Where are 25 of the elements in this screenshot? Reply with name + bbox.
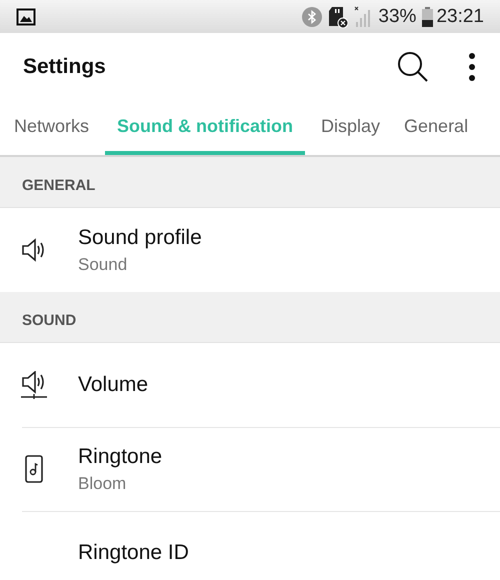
item-title: Volume <box>78 373 148 397</box>
item-title: Ringtone <box>78 444 162 468</box>
bluetooth-icon <box>302 6 322 26</box>
battery-icon <box>422 6 434 26</box>
clock-time: 23:21 <box>436 6 484 28</box>
item-title: Sound profile <box>78 226 202 250</box>
more-options-icon[interactable] <box>468 52 476 82</box>
settings-item[interactable]: Ringtone ID <box>0 511 500 580</box>
tab[interactable]: Networks <box>2 116 102 155</box>
settings-item[interactable]: Sound profile Sound <box>0 208 500 292</box>
item-subtitle: Bloom <box>78 474 128 494</box>
item-title: Ringtone ID <box>78 541 189 565</box>
item-subtitle: Sound <box>78 254 128 274</box>
screen-title: Settings <box>23 54 107 78</box>
search-icon[interactable] <box>396 50 430 84</box>
settings-item[interactable]: Ringtone Bloom <box>0 427 500 511</box>
settings-item[interactable]: Volume <box>0 343 500 427</box>
sd-card-icon <box>328 6 348 28</box>
volume-slider-icon <box>21 371 49 399</box>
tab[interactable]: Display <box>309 116 392 155</box>
section-header: GENERAL <box>0 157 500 208</box>
image-icon <box>16 8 36 26</box>
tab[interactable]: General <box>392 116 480 155</box>
battery-percent: 33% <box>378 6 416 28</box>
section-header: SOUND <box>0 292 500 343</box>
